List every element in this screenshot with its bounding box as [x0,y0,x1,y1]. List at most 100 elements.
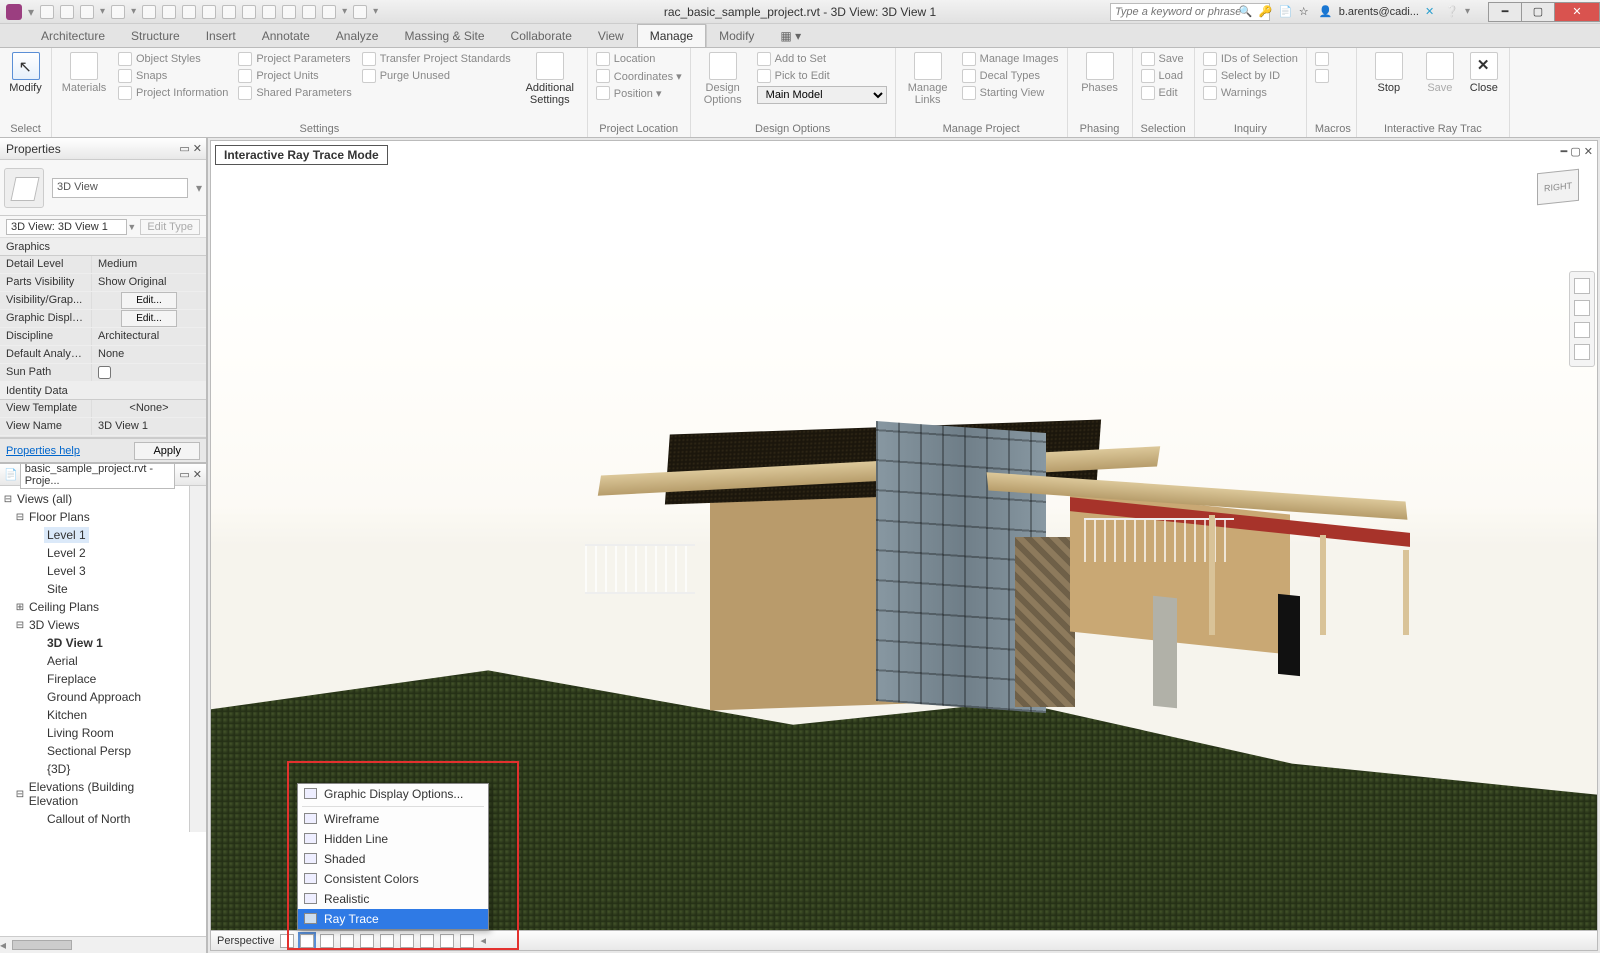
qat-text-icon[interactable] [222,5,236,19]
tree-ceiling-plans[interactable]: Ceiling Plans [26,599,102,615]
sel-load-button[interactable]: Load [1141,69,1184,83]
tree-living-room[interactable]: Living Room [44,725,117,741]
detail-level-value[interactable]: Medium [92,256,206,273]
discipline-value[interactable]: Architectural [92,328,206,345]
tree-aerial[interactable]: Aerial [44,653,81,669]
menu-graphic-display-options[interactable]: Graphic Display Options... [298,784,488,804]
rt-save-button[interactable]: Save [1423,52,1457,94]
tree-level2[interactable]: Level 2 [44,545,89,561]
qat-undo-icon[interactable] [80,5,94,19]
pan-icon[interactable] [1574,300,1590,316]
shadows-icon[interactable] [340,934,354,948]
manage-links-button[interactable]: Manage Links [904,52,952,106]
position-button[interactable]: Position ▾ [596,86,682,100]
qat-measure-icon[interactable] [162,5,176,19]
tree-level1[interactable]: Level 1 [44,527,89,543]
rt-close-button[interactable]: ✕Close [1467,52,1501,94]
default-analysis-value[interactable]: None [92,346,206,363]
steering-wheel-icon[interactable] [1574,278,1590,294]
macros-ide-icon[interactable] [1315,69,1329,83]
macros-manager-icon[interactable] [1315,52,1329,66]
section-identity[interactable]: Identity Data [0,382,206,400]
maximize-button[interactable]: ▢ [1521,2,1555,22]
tree-sectional-persp[interactable]: Sectional Persp [44,743,134,759]
tab-insert[interactable]: Insert [193,24,249,47]
browser-header[interactable]: 📄basic_sample_project.rvt - Proje...▭ ✕ [0,464,206,486]
section-graphics[interactable]: Graphics [0,238,206,256]
help-icon[interactable]: ❔ [1445,5,1459,19]
edit-type-button[interactable]: Edit Type [140,219,200,235]
properties-help-link[interactable]: Properties help [6,445,80,457]
qat-section-icon[interactable] [262,5,276,19]
coordinates-button[interactable]: Coordinates ▾ [596,69,682,83]
menu-hidden-line[interactable]: Hidden Line [298,829,488,849]
transfer-standards-button[interactable]: Transfer Project Standards [362,52,511,66]
type-name[interactable]: 3D View [52,178,188,198]
tree-3d-default[interactable]: {3D} [44,761,73,777]
shared-parameters-button[interactable]: Shared Parameters [238,86,351,100]
decal-types-button[interactable]: Decal Types [962,69,1059,83]
modify-button[interactable]: ↖Modify [8,52,43,94]
tab-architecture[interactable]: Architecture [28,24,118,47]
properties-close-icon[interactable]: ▭ ✕ [179,142,202,155]
perspective-label[interactable]: Perspective [217,935,274,947]
manage-images-button[interactable]: Manage Images [962,52,1059,66]
tree-3d-views[interactable]: 3D Views [26,617,82,633]
qat-thinlines-icon[interactable] [282,5,296,19]
orbit-icon[interactable] [1574,344,1590,360]
tree-level3[interactable]: Level 3 [44,563,89,579]
menu-wireframe[interactable]: Wireframe [298,809,488,829]
additional-settings-button[interactable]: Additional Settings [521,52,579,106]
viewcube[interactable]: RIGHT [1527,159,1585,217]
tab-structure[interactable]: Structure [118,24,193,47]
sun-path-checkbox[interactable] [98,366,111,379]
qat-redo-icon[interactable] [111,5,125,19]
phases-button[interactable]: Phases [1076,52,1124,94]
crop-view-icon[interactable] [380,934,394,948]
infocenter-key-icon[interactable]: 🔑 [1259,5,1273,19]
project-parameters-button[interactable]: Project Parameters [238,52,351,66]
infocenter-star-icon[interactable]: ☆ [1299,5,1313,19]
app-icon[interactable] [6,4,22,20]
tree-views-root[interactable]: Views (all) [14,491,75,507]
tree-site[interactable]: Site [44,581,71,597]
type-selector[interactable]: 3D View ▾ [0,160,206,216]
temp-hide-icon[interactable] [440,934,454,948]
tree-floor-plans[interactable]: Floor Plans [26,509,93,525]
add-to-set-button[interactable]: Add to Set [757,52,887,66]
properties-header[interactable]: Properties▭ ✕ [0,138,206,160]
exchange-icon[interactable]: ✕ [1425,5,1439,19]
qat-save-icon[interactable] [60,5,74,19]
tree-ground-approach[interactable]: Ground Approach [44,689,144,705]
tab-manage[interactable]: Manage [637,24,706,47]
tab-analyze[interactable]: Analyze [323,24,392,47]
apply-button[interactable]: Apply [134,442,200,460]
user-name[interactable]: b.arents@cadi... [1339,6,1419,18]
infocenter-binoculars-icon[interactable]: 🔍 [1239,5,1253,19]
tab-view[interactable]: View [585,24,637,47]
crop-region-icon[interactable] [400,934,414,948]
starting-view-button[interactable]: Starting View [962,86,1059,100]
tab-extras-icon[interactable]: ▦ ▾ [767,24,814,47]
qat-sync-icon[interactable] [353,5,367,19]
purge-unused-button[interactable]: Purge Unused [362,69,511,83]
tree-fireplace[interactable]: Fireplace [44,671,99,687]
tree-3dview1[interactable]: 3D View 1 [44,635,106,651]
qat-dim-icon[interactable] [182,5,196,19]
warnings-button[interactable]: Warnings [1203,86,1298,100]
qat-tag-icon[interactable] [202,5,216,19]
pick-to-edit-button[interactable]: Pick to Edit [757,69,887,83]
menu-consistent-colors[interactable]: Consistent Colors [298,869,488,889]
lock-3d-icon[interactable] [420,934,434,948]
navigation-bar[interactable] [1569,271,1595,367]
visibility-graphics-edit-button[interactable]: Edit... [121,292,177,309]
tab-modify[interactable]: Modify [706,24,767,47]
visual-style-button[interactable] [300,934,314,948]
menu-realistic[interactable]: Realistic [298,889,488,909]
sun-path-icon[interactable] [320,934,334,948]
menu-shaded[interactable]: Shaded [298,849,488,869]
tree-callout-north[interactable]: Callout of North [44,811,133,827]
scale-icon[interactable] [280,934,294,948]
view-name-value[interactable]: 3D View 1 [92,418,206,435]
snaps-button[interactable]: Snaps [118,69,228,83]
